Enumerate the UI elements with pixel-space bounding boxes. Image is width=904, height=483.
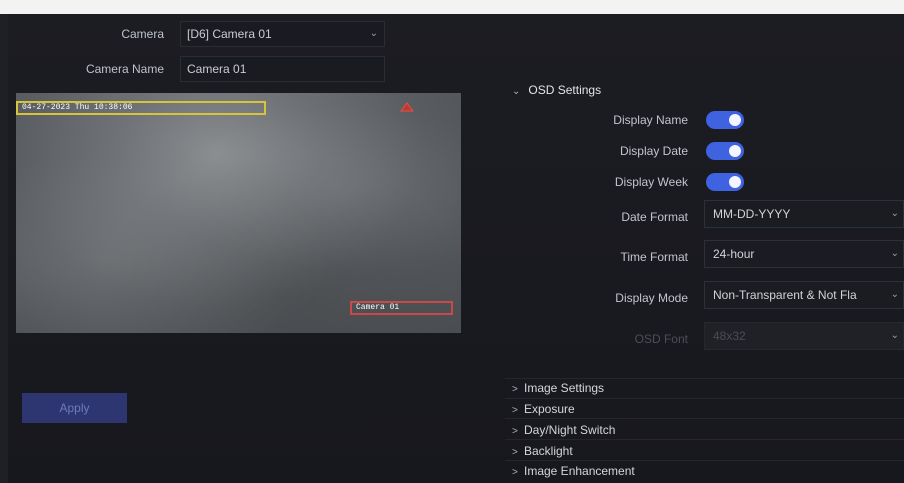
chevron-right-icon: > (512, 426, 518, 437)
record-indicator-icon (400, 102, 414, 112)
section-exposure[interactable]: > Exposure (512, 402, 575, 416)
osd-camera-name-text: Camera 01 (356, 303, 400, 312)
section-divider (505, 439, 904, 440)
settings-page: Camera [D6] Camera 01 ⌄ Camera Name Came… (0, 0, 904, 483)
display-week-toggle[interactable] (706, 173, 744, 191)
section-label: Backlight (524, 444, 573, 458)
time-format-value: 24-hour (713, 247, 755, 261)
osd-settings-header[interactable]: ⌄ OSD Settings (512, 83, 601, 97)
display-name-toggle[interactable] (706, 111, 744, 129)
chevron-down-icon: ⌄ (890, 330, 899, 341)
camera-preview[interactable]: 04-27-2023 Thu 10:38:06 Camera 01 (16, 93, 461, 333)
left-edge (0, 14, 8, 483)
osd-date-text: 04-27-2023 Thu 10:38:06 (22, 103, 133, 112)
time-format-select[interactable]: 24-hour ⌄ (704, 240, 904, 268)
toggle-knob (729, 145, 741, 157)
osd-camera-name-box[interactable]: Camera 01 (350, 301, 453, 315)
chevron-down-icon: ⌄ (890, 248, 899, 259)
section-label: Day/Night Switch (524, 423, 616, 437)
section-backlight[interactable]: > Backlight (512, 444, 573, 458)
chevron-down-icon: ⌄ (512, 86, 521, 97)
display-name-label: Display Name (613, 113, 688, 127)
section-divider (505, 378, 904, 379)
camera-name-input[interactable]: Camera 01 (180, 56, 385, 82)
camera-select[interactable]: [D6] Camera 01 ⌄ (180, 21, 385, 47)
section-day-night-switch[interactable]: > Day/Night Switch (512, 423, 615, 437)
camera-select-value: [D6] Camera 01 (187, 27, 272, 41)
chevron-right-icon: > (512, 467, 518, 478)
chevron-right-icon: > (512, 384, 518, 395)
osd-font-value: 48x32 (713, 329, 746, 343)
chevron-right-icon: > (512, 405, 518, 416)
display-mode-select[interactable]: Non-Transparent & Not Fla ⌄ (704, 281, 904, 309)
camera-name-value: Camera 01 (187, 62, 247, 76)
chevron-right-icon: > (512, 447, 518, 458)
section-divider (505, 398, 904, 399)
preview-image (16, 93, 461, 333)
toggle-knob (729, 114, 741, 126)
section-image-settings[interactable]: > Image Settings (512, 381, 604, 395)
camera-name-label: Camera Name (85, 62, 164, 76)
section-divider (505, 460, 904, 461)
section-label: Image Enhancement (524, 464, 635, 478)
osd-font-label: OSD Font (634, 332, 688, 346)
osd-font-select: 48x32 ⌄ (704, 322, 904, 350)
apply-button[interactable]: Apply (22, 393, 127, 423)
osd-date-box[interactable]: 04-27-2023 Thu 10:38:06 (16, 101, 266, 115)
date-format-value: MM-DD-YYYY (713, 207, 791, 221)
camera-label: Camera (121, 27, 164, 41)
display-mode-value: Non-Transparent & Not Fla (713, 288, 857, 302)
display-week-label: Display Week (614, 175, 688, 189)
date-format-select[interactable]: MM-DD-YYYY ⌄ (704, 200, 904, 228)
time-format-label: Time Format (620, 250, 688, 264)
chevron-down-icon: ⌄ (369, 28, 378, 39)
section-label: Exposure (524, 402, 575, 416)
section-label: Image Settings (524, 381, 605, 395)
section-image-enhancement[interactable]: > Image Enhancement (512, 464, 635, 478)
display-date-label: Display Date (619, 144, 688, 158)
display-mode-label: Display Mode (615, 291, 688, 305)
top-strip (0, 0, 904, 14)
chevron-down-icon: ⌄ (890, 208, 899, 219)
toggle-knob (729, 176, 741, 188)
date-format-label: Date Format (621, 210, 688, 224)
osd-settings-title: OSD Settings (528, 83, 602, 97)
chevron-down-icon: ⌄ (890, 289, 899, 300)
display-date-toggle[interactable] (706, 142, 744, 160)
section-divider (505, 418, 904, 419)
